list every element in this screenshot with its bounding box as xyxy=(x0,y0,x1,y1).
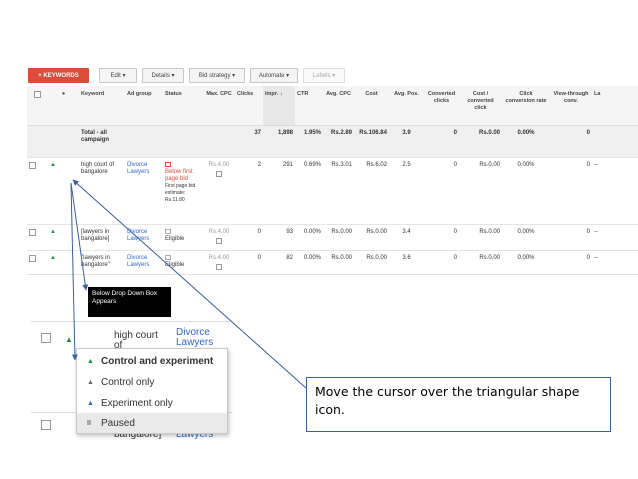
arrow-from-instruction xyxy=(72,179,307,389)
callout-arrows xyxy=(70,179,307,389)
